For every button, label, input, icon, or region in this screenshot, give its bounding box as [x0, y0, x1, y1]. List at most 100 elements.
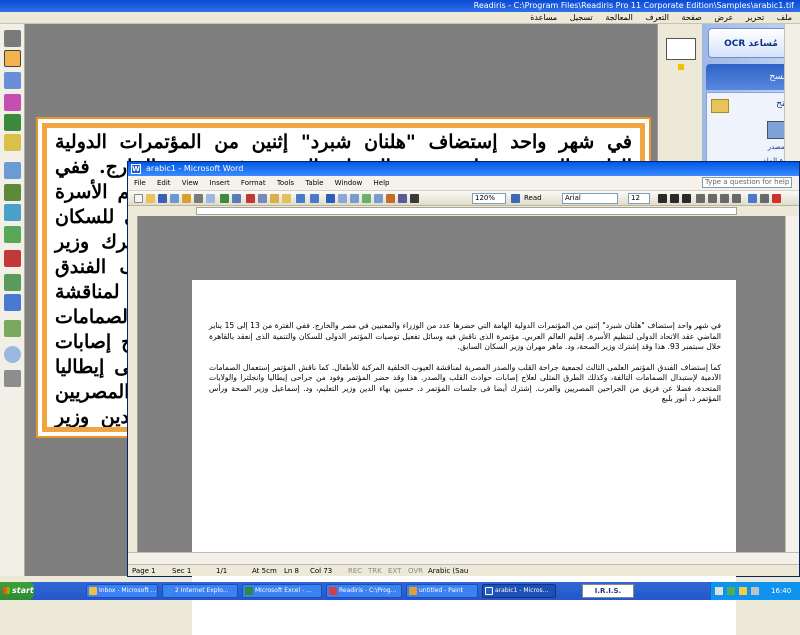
taskbar-item-paint[interactable]: untitled - Paint	[406, 584, 478, 598]
readiris-menu-view[interactable]: عرض	[714, 13, 733, 22]
readiris-menu-edit[interactable]: تحرير	[746, 13, 764, 22]
print-preview-icon[interactable]	[206, 194, 215, 203]
print-icon[interactable]	[194, 194, 203, 203]
security-icon[interactable]	[727, 587, 735, 595]
page-thumbnail[interactable]	[666, 38, 696, 60]
justify-icon[interactable]	[732, 194, 741, 203]
barcode-tool-icon[interactable]	[4, 114, 21, 131]
zoom-tool-icon[interactable]	[4, 346, 21, 363]
table-zone-tool-icon[interactable]	[4, 94, 21, 111]
permission-icon[interactable]	[170, 194, 179, 203]
format-painter-icon[interactable]	[282, 194, 291, 203]
readiris-menu-recognize[interactable]: التعرف	[645, 13, 669, 22]
menu-tools[interactable]: Tools	[277, 179, 294, 187]
menu-format[interactable]: Format	[241, 179, 266, 187]
insert-excel-icon[interactable]	[362, 194, 371, 203]
email-icon[interactable]	[182, 194, 191, 203]
italic-icon[interactable]	[670, 194, 679, 203]
horizontal-ruler[interactable]	[128, 206, 799, 216]
help-search-input[interactable]: Type a question for help	[702, 177, 792, 188]
menu-edit[interactable]: Edit	[157, 179, 171, 187]
word-title-bar[interactable]: W arabic1 - Microsoft Word	[128, 162, 799, 176]
status-language[interactable]: Arabic (Sau	[428, 565, 468, 577]
font-name-select[interactable]: Arial	[562, 193, 618, 204]
magic-wand-tool-icon[interactable]	[4, 134, 21, 151]
text-zone-tool-icon[interactable]	[4, 50, 21, 67]
split-zone-tool-icon[interactable]	[4, 204, 21, 221]
center-icon[interactable]	[708, 194, 717, 203]
hyperlink-icon[interactable]	[326, 194, 335, 203]
save-icon[interactable]	[158, 194, 167, 203]
layout-tool-icon[interactable]	[4, 320, 21, 337]
zoom-select[interactable]: 120%	[472, 193, 506, 204]
readiris-menu-processing[interactable]: المعالجة	[605, 13, 632, 22]
cut-icon[interactable]	[246, 194, 255, 203]
columns-icon[interactable]	[374, 194, 383, 203]
menu-help[interactable]: Help	[374, 179, 390, 187]
numbering-icon[interactable]	[760, 194, 769, 203]
font-size-select[interactable]: 12	[628, 193, 650, 204]
open-folder-icon[interactable]	[146, 194, 155, 203]
image-zone-tool-icon[interactable]	[4, 72, 21, 89]
new-document-icon[interactable]	[134, 194, 143, 203]
status-trk[interactable]: TRK	[368, 565, 382, 577]
scan-section-header[interactable]: مسح	[706, 64, 796, 90]
delete-zone-tool-icon[interactable]	[4, 250, 21, 267]
volume-icon[interactable]	[739, 587, 747, 595]
deskew-tool-icon[interactable]	[4, 294, 21, 311]
read-mode-button[interactable]: Read	[524, 194, 548, 203]
taskbar-item-internet-explorer[interactable]: 2 Internet Explo...	[162, 584, 238, 598]
iris-deskband[interactable]: I.R.I.S.	[582, 584, 634, 598]
menu-window[interactable]: Window	[335, 179, 363, 187]
align-right-icon[interactable]	[720, 194, 729, 203]
menu-view[interactable]: View	[182, 179, 199, 187]
language-icon[interactable]	[751, 587, 759, 595]
spelling-icon[interactable]	[220, 194, 229, 203]
underline-icon[interactable]	[682, 194, 691, 203]
status-rec[interactable]: REC	[348, 565, 362, 577]
pointer-tool-icon[interactable]	[4, 30, 21, 47]
readiris-menu-page[interactable]: صفحة	[682, 13, 702, 22]
network-icon[interactable]	[715, 587, 723, 595]
merge-zone-tool-icon[interactable]	[4, 184, 21, 201]
document-text[interactable]: في شهر واحد إستضاف "هلنان شبرد" إثنين من…	[209, 321, 721, 415]
menu-insert[interactable]: Insert	[210, 179, 230, 187]
vertical-ruler[interactable]	[128, 216, 138, 561]
menu-file[interactable]: File	[134, 179, 146, 187]
horizontal-scrollbar[interactable]	[128, 552, 799, 564]
rotate-tool-icon[interactable]	[4, 274, 21, 291]
ocr-wizard-button[interactable]: OCR مُساعد	[708, 28, 794, 58]
start-button[interactable]: start	[0, 582, 34, 600]
taskbar-item-inbox[interactable]: Inbox - Microsoft ...	[86, 584, 158, 598]
taskbar-item-excel[interactable]: Microsoft Excel - ...	[242, 584, 322, 598]
vertical-scrollbar[interactable]	[785, 216, 799, 561]
zone-order-tool-icon[interactable]	[4, 162, 21, 179]
readiris-menu-help[interactable]: مساعدة	[530, 13, 557, 22]
paste-icon[interactable]	[270, 194, 279, 203]
status-ext[interactable]: EXT	[388, 565, 401, 577]
clock[interactable]: 16:40	[771, 582, 791, 600]
redo-icon[interactable]	[310, 194, 319, 203]
recognize-tool-icon[interactable]	[4, 226, 21, 243]
bold-icon[interactable]	[658, 194, 667, 203]
readiris-menu-file[interactable]: ملف	[777, 13, 792, 22]
tables-borders-icon[interactable]	[338, 194, 347, 203]
document-paragraph-2[interactable]: كما إستضاف الفندق المؤتمر العلمى الثالث …	[209, 363, 721, 405]
font-color-icon[interactable]	[772, 194, 781, 203]
copy-icon[interactable]	[258, 194, 267, 203]
folder-icon[interactable]	[711, 99, 729, 113]
taskbar-item-readiris[interactable]: Readiris - C:\Prog...	[326, 584, 402, 598]
research-icon[interactable]	[232, 194, 241, 203]
status-ovr[interactable]: OVR	[408, 565, 423, 577]
document-map-icon[interactable]	[398, 194, 407, 203]
insert-table-icon[interactable]	[350, 194, 359, 203]
help-icon[interactable]	[511, 194, 520, 203]
align-left-icon[interactable]	[696, 194, 705, 203]
line-spacing-icon[interactable]	[748, 194, 757, 203]
document-paragraph-1[interactable]: في شهر واحد إستضاف "هلنان شبرد" إثنين من…	[209, 321, 721, 353]
drawing-icon[interactable]	[386, 194, 395, 203]
menu-table[interactable]: Table	[305, 179, 323, 187]
readiris-menu-register[interactable]: تسجيل	[570, 13, 593, 22]
taskbar-item-word[interactable]: arabic1 - Micros...	[482, 584, 556, 598]
show-hide-icon[interactable]	[410, 194, 419, 203]
